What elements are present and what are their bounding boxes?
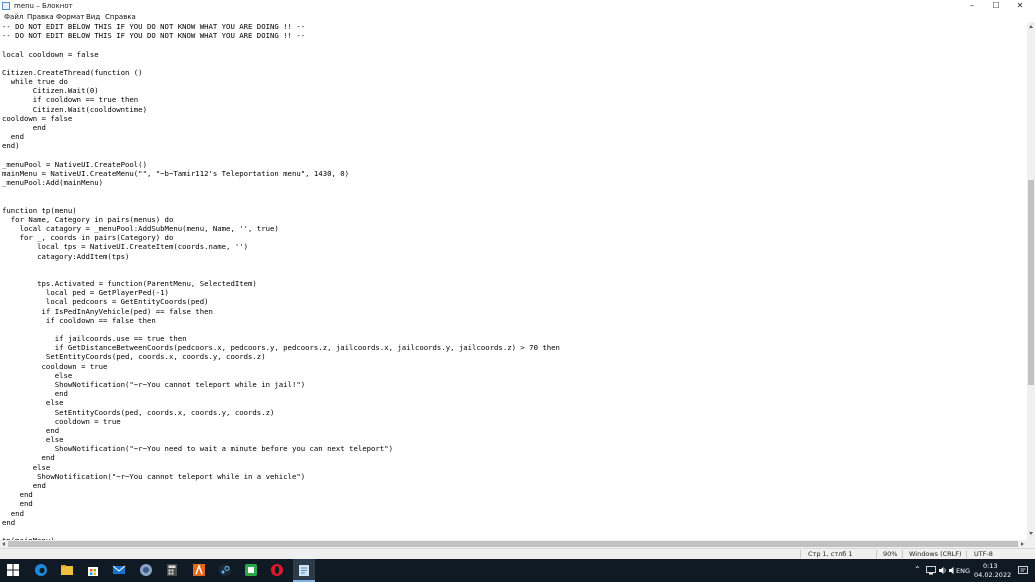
- menu-edit[interactable]: Правка: [27, 12, 54, 22]
- code-line: while true do: [2, 77, 68, 87]
- code-line: else: [2, 398, 64, 408]
- close-button[interactable]: ✕: [1008, 0, 1032, 12]
- code-line: local cooldown = false: [2, 49, 99, 59]
- status-divider: [966, 550, 967, 558]
- code-line: ShowNotification("~r~You need to wait a …: [2, 444, 393, 454]
- code-line: else: [2, 435, 64, 445]
- code-line: if GetDistanceBetweenCoords(pedcoors.x, …: [2, 343, 560, 353]
- code-line: mainMenu = NativeUI.CreateMenu("", "~b~T…: [2, 168, 350, 178]
- code-line: else: [2, 462, 51, 472]
- code-line: end: [2, 517, 16, 527]
- code-line: local catagory = _menuPool:AddSubMenu(me…: [2, 223, 279, 233]
- cursor-position: Стр 1, стлб 1: [808, 550, 853, 558]
- code-line: end: [2, 490, 33, 500]
- app-icon[interactable]: [139, 563, 153, 577]
- speaker-icon[interactable]: [938, 566, 947, 575]
- code-line: for _, coords in pairs(Category) do: [2, 233, 174, 243]
- windows-start-icon[interactable]: [6, 563, 20, 577]
- code-line: if IsPedInAnyVehicle(ped) == false then: [2, 306, 213, 316]
- scroll-left-arrow-icon[interactable]: [2, 542, 5, 546]
- text-editor[interactable]: -- DO NOT EDIT BELOW THIS IF YOU DO NOT …: [0, 22, 1027, 540]
- network-icon[interactable]: [926, 566, 936, 575]
- code-line: catagory:AddItem(tps): [2, 251, 130, 261]
- code-line: ShowNotification("~r~You cannot teleport…: [2, 471, 306, 481]
- horizontal-scroll-thumb[interactable]: [8, 541, 1018, 547]
- code-line: for Name, Category in pairs(menus) do: [2, 214, 174, 224]
- code-line: ShowNotification("~r~You cannot teleport…: [2, 380, 306, 390]
- scroll-right-arrow-icon[interactable]: [1021, 542, 1024, 546]
- line-endings: Windows (CRLF): [909, 550, 962, 558]
- menu-file[interactable]: Файл: [4, 12, 23, 22]
- window-title: menu – Блокнот: [14, 2, 73, 10]
- notification-icon[interactable]: [1018, 566, 1028, 575]
- code-line: if cooldown == false then: [2, 315, 156, 325]
- taskbar: ⌃ ENG 0:13 04.02.2022: [0, 559, 1035, 582]
- opera-icon[interactable]: [270, 563, 284, 577]
- code-line: end): [2, 141, 20, 151]
- code-line: Citizen.Wait(cooldowntime): [2, 104, 147, 114]
- file-explorer-icon[interactable]: [60, 563, 74, 577]
- code-line: end: [2, 425, 60, 435]
- menu-help[interactable]: Справка: [105, 12, 136, 22]
- green-app-icon[interactable]: [244, 563, 258, 577]
- calculator-icon[interactable]: [165, 563, 179, 577]
- store-icon[interactable]: [86, 563, 100, 577]
- status-divider: [876, 550, 877, 558]
- code-line: local ped = GetPlayerPed(-1): [2, 288, 169, 298]
- code-line: _menuPool:Add(mainMenu): [2, 178, 104, 188]
- mail-icon[interactable]: [112, 563, 126, 577]
- status-divider: [902, 550, 903, 558]
- code-line: SetEntityCoords(ped, coords.x, coords.y,…: [2, 352, 266, 362]
- horizontal-scrollbar[interactable]: [0, 540, 1027, 548]
- code-line: local tps = NativeUI.CreateItem(coords.n…: [2, 242, 249, 252]
- encoding: UTF-8: [974, 550, 993, 558]
- code-line: cooldown = true: [2, 416, 121, 426]
- status-divider: [800, 550, 801, 558]
- clock-time[interactable]: 0:13: [983, 562, 998, 570]
- notepad-taskbar-icon[interactable]: [297, 563, 311, 577]
- code-line: end: [2, 499, 33, 509]
- code-line: end: [2, 132, 24, 142]
- status-bar: Стр 1, стлб 1 90% Windows (CRLF) UTF-8: [0, 548, 1035, 559]
- edge-icon[interactable]: [34, 563, 48, 577]
- code-line: else: [2, 370, 73, 380]
- title-bar: menu – Блокнот – ☐ ✕: [0, 0, 1035, 12]
- orange-app-icon[interactable]: [192, 563, 206, 577]
- code-line: end: [2, 122, 46, 132]
- scrollbar-corner: [1027, 540, 1035, 548]
- vertical-scrollbar[interactable]: [1027, 22, 1035, 540]
- scroll-down-arrow-icon[interactable]: [1029, 532, 1033, 535]
- code-line: if cooldown == true then: [2, 95, 139, 105]
- code-line: SetEntityCoords(ped, coords.x, coords.y,…: [2, 407, 275, 417]
- code-line: end: [2, 481, 46, 490]
- code-line: cooldown = true: [2, 361, 108, 371]
- code-line: cooldown = false: [2, 113, 73, 123]
- menu-view[interactable]: Вид: [86, 12, 100, 22]
- language-indicator[interactable]: ENG: [956, 567, 970, 575]
- steam-icon[interactable]: [218, 563, 232, 577]
- code-line: -- DO NOT EDIT BELOW THIS IF YOU DO NOT …: [2, 22, 306, 31]
- notepad-icon: [2, 2, 10, 10]
- code-line: Citizen.Wait(0): [2, 86, 99, 96]
- menu-format[interactable]: Формат: [56, 12, 84, 22]
- code-line: Citizen.CreateThread(function (): [2, 67, 143, 77]
- code-line: tps.Activated = function(ParentMenu, Sel…: [2, 279, 257, 289]
- clock-date[interactable]: 04.02.2022: [974, 571, 1011, 579]
- minimize-button[interactable]: –: [960, 0, 984, 12]
- chevron-up-icon[interactable]: ⌃: [914, 566, 921, 574]
- code-line: end: [2, 508, 24, 518]
- menu-bar: Файл Правка Формат Вид Справка: [0, 12, 1035, 22]
- maximize-button[interactable]: ☐: [984, 0, 1008, 12]
- zoom-level: 90%: [883, 550, 898, 558]
- code-line: if jailcoords.use == true then: [2, 334, 187, 344]
- code-line: end: [2, 389, 68, 399]
- vertical-scroll-thumb[interactable]: [1028, 180, 1034, 385]
- code-line: _menuPool = NativeUI.CreatePool(): [2, 159, 147, 169]
- scroll-up-arrow-icon[interactable]: [1029, 25, 1033, 28]
- code-line: end: [2, 453, 55, 463]
- code-line: -- DO NOT EDIT BELOW THIS IF YOU DO NOT …: [2, 31, 306, 41]
- code-line: function tp(menu): [2, 205, 77, 215]
- code-line: local pedcoors = GetEntityCoords(ped): [2, 297, 209, 307]
